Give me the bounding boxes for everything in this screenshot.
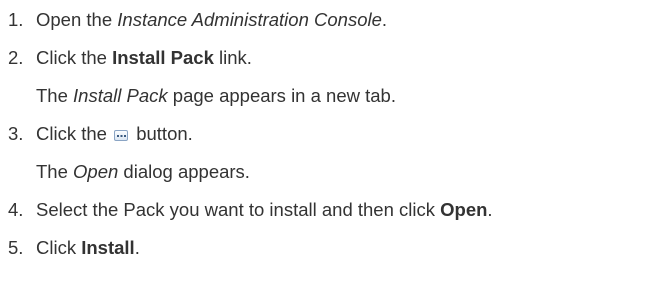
result-text-part: page appears in a new tab. (167, 85, 396, 106)
step-text-part: button. (131, 123, 193, 144)
step-text: Click Install. (36, 229, 140, 267)
ui-term-instance-administration-console: Instance Administration Console (117, 9, 382, 30)
result-text-part: dialog appears. (118, 161, 250, 182)
step-text-part: link. (213, 47, 252, 68)
step-2: 2. Click the Install Pack link. (0, 39, 645, 77)
step-text: Click the button. (36, 115, 193, 153)
step-4: 4. Select the Pack you want to install a… (0, 191, 645, 229)
step-2-result: The Install Pack page appears in a new t… (0, 77, 645, 115)
step-1: 1. Open the Instance Administration Cons… (0, 1, 645, 39)
step-number: 3. (8, 123, 24, 144)
step-number: 1. (8, 9, 24, 30)
procedure-steps: 1. Open the Instance Administration Cons… (0, 0, 645, 306)
step-text-part: . (487, 199, 493, 220)
result-text: The Install Pack page appears in a new t… (36, 77, 396, 115)
step-number: 4. (8, 199, 24, 220)
step-text-part: . (381, 9, 388, 30)
ui-term-install-button: Install (81, 237, 135, 258)
step-text-part: . (134, 237, 140, 258)
ui-term-open-button: Open (440, 199, 488, 220)
ui-term-open-dialog: Open (73, 161, 119, 182)
ellipsis-browse-icon (114, 130, 129, 141)
step-3-result: The Open dialog appears. (0, 153, 645, 191)
step-text-part: Click (36, 237, 82, 258)
step-5: 5. Click Install. (0, 229, 645, 267)
step-text-part: Click the (36, 47, 113, 68)
ui-term-install-pack-link: Install Pack (112, 47, 214, 68)
step-text-part: Click the (36, 123, 113, 144)
step-number: 2. (8, 47, 24, 68)
result-text: The Open dialog appears. (36, 153, 250, 191)
step-text-part: Open the (36, 9, 118, 30)
step-text: Select the Pack you want to install and … (36, 191, 493, 229)
result-text-part: The (36, 161, 74, 182)
step-text-part: Select the Pack you want to install and … (36, 199, 441, 220)
step-3: 3. Click the button. (0, 115, 645, 153)
ui-term-install-pack-page: Install Pack (73, 85, 168, 106)
step-text: Click the Install Pack link. (36, 39, 252, 77)
result-text-part: The (36, 85, 74, 106)
step-text: Open the Instance Administration Console… (36, 1, 387, 39)
step-number: 5. (8, 237, 24, 258)
